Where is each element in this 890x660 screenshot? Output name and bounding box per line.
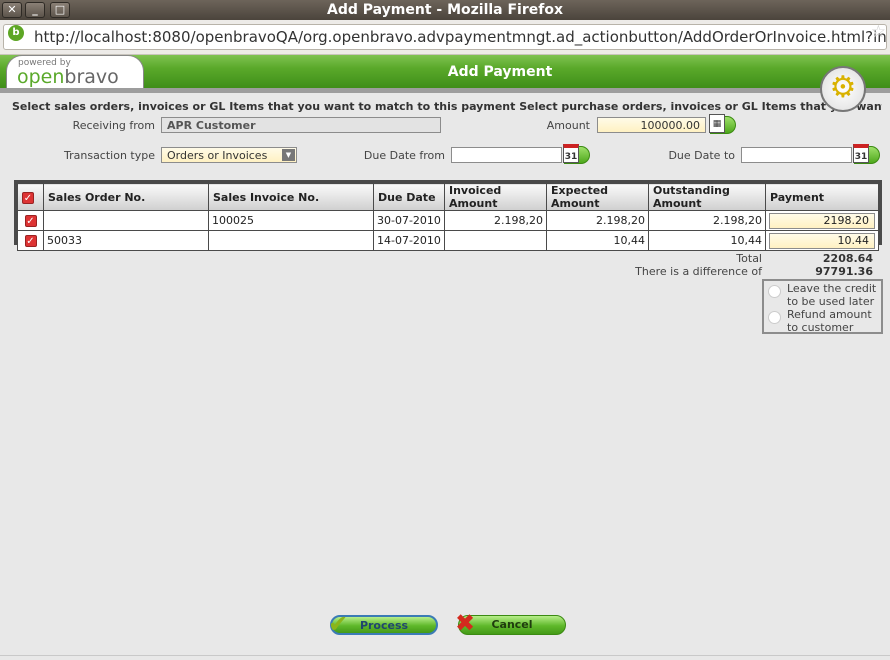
bookmark-star-icon[interactable]: ☆	[871, 22, 886, 42]
amount-input[interactable]: 100000.00	[597, 117, 706, 133]
payment-input[interactable]: 2198.20	[769, 212, 875, 229]
openbravo-logo: powered by openbravo	[6, 55, 144, 89]
due-date-to-calendar-button[interactable]: 31	[853, 144, 880, 164]
due-date-to-input[interactable]	[741, 147, 852, 163]
logo-bravo: bravo	[64, 66, 119, 88]
sales-invoice-cell	[208, 230, 374, 251]
process-label: Process	[359, 619, 409, 632]
sales-order-cell	[43, 210, 209, 231]
expected-amount-cell: 10,44	[546, 230, 649, 251]
leave-credit-option[interactable]: Leave the credit to be used later	[766, 282, 879, 308]
payment-grid: ✓ Sales Order No. Sales Invoice No. Due …	[14, 180, 882, 251]
calculator-button[interactable]: ▦	[709, 114, 736, 134]
row-checkbox[interactable]: ✓	[17, 210, 44, 231]
outstanding-amount-cell: 10,44	[648, 230, 766, 251]
due-date-from-input[interactable]	[451, 147, 562, 163]
due-date-from-calendar-button[interactable]: 31	[563, 144, 590, 164]
cancel-button[interactable]: ✖ Cancel	[455, 610, 566, 636]
due-date-from-label: Due Date from	[363, 149, 445, 162]
calendar-icon: 31	[563, 144, 579, 163]
header-divider	[0, 88, 890, 93]
amount-label: Amount	[546, 119, 590, 132]
url-input[interactable]: http://localhost:8080/openbravoQA/org.op…	[3, 24, 887, 50]
refund-radio[interactable]	[768, 311, 781, 324]
difference-label: There is a difference of	[635, 265, 762, 278]
leave-credit-label: Leave the credit to be used later	[787, 282, 877, 308]
page-title: Add Payment	[447, 64, 553, 80]
checkmark-icon: ✔	[328, 610, 349, 638]
footer-divider	[0, 655, 890, 656]
column-header[interactable]: Due Date	[373, 183, 445, 211]
window-title: Add Payment - Mozilla Firefox	[327, 2, 563, 18]
cancel-x-icon: ✖	[455, 609, 476, 637]
receiving-from-field: APR Customer	[161, 117, 441, 133]
total-value: 2208.64	[822, 252, 873, 265]
due-date-cell: 14-07-2010	[373, 230, 445, 251]
column-header[interactable]: Sales Order No.	[43, 183, 209, 211]
invoiced-amount-cell	[444, 230, 547, 251]
outstanding-amount-cell: 2.198,20	[648, 210, 766, 231]
chevron-down-icon: ▼	[282, 149, 295, 161]
calendar-icon: 31	[853, 144, 869, 163]
difference-value: 97791.36	[815, 265, 873, 278]
transaction-type-value: Orders or Invoices	[167, 149, 268, 162]
column-header[interactable]: Invoiced Amount	[444, 183, 547, 211]
instructions-text: Select sales orders, invoices or GL Item…	[12, 100, 882, 113]
due-date-cell: 30-07-2010	[373, 210, 445, 231]
due-date-to-label: Due Date to	[668, 149, 735, 162]
row-checkbox[interactable]: ✓	[17, 230, 44, 251]
calculator-icon: ▦	[709, 114, 725, 133]
column-header[interactable]: Payment	[765, 183, 879, 211]
expected-amount-cell: 2.198,20	[546, 210, 649, 231]
process-button[interactable]: ✔ Process	[328, 611, 438, 637]
sales-order-cell: 50033	[43, 230, 209, 251]
refund-label: Refund amount to customer	[787, 308, 872, 334]
difference-options: Leave the credit to be used later Refund…	[762, 279, 883, 334]
payment-cell: 2198.20	[765, 210, 879, 231]
table-header-row: ✓ Sales Order No. Sales Invoice No. Due …	[17, 183, 879, 211]
logo-open: open	[17, 66, 65, 88]
payment-cell: 10.44	[765, 230, 879, 251]
column-header[interactable]: Outstanding Amount	[648, 183, 766, 211]
url-bar: http://localhost:8080/openbravoQA/org.op…	[0, 20, 890, 55]
cancel-label: Cancel	[491, 618, 533, 631]
window-titlebar: ✕ _ □ Add Payment - Mozilla Firefox	[0, 0, 890, 20]
url-text: http://localhost:8080/openbravoQA/org.op…	[34, 28, 887, 46]
column-header[interactable]: Sales Invoice No.	[208, 183, 374, 211]
payment-input[interactable]: 10.44	[769, 232, 875, 249]
total-label: Total	[736, 252, 762, 265]
select-all-checkbox[interactable]: ✓	[17, 183, 44, 211]
receiving-from-label: Receiving from	[72, 119, 155, 132]
transaction-type-select[interactable]: Orders or Invoices ▼	[161, 147, 297, 163]
sales-invoice-cell: 100025	[208, 210, 374, 231]
refund-option[interactable]: Refund amount to customer	[766, 308, 879, 334]
site-icon: b	[8, 25, 24, 41]
invoiced-amount-cell: 2.198,20	[444, 210, 547, 231]
table-row: ✓ 50033 14-07-2010 10,44 10,44 10.44	[17, 230, 879, 251]
transaction-type-label: Transaction type	[64, 149, 155, 162]
table-row: ✓ 100025 30-07-2010 2.198,20 2.198,20 2.…	[17, 210, 879, 231]
column-header[interactable]: Expected Amount	[546, 183, 649, 211]
leave-credit-radio[interactable]	[768, 285, 781, 298]
gear-icon[interactable]: ⚙	[820, 66, 866, 112]
logo-text: openbravo	[17, 66, 119, 88]
